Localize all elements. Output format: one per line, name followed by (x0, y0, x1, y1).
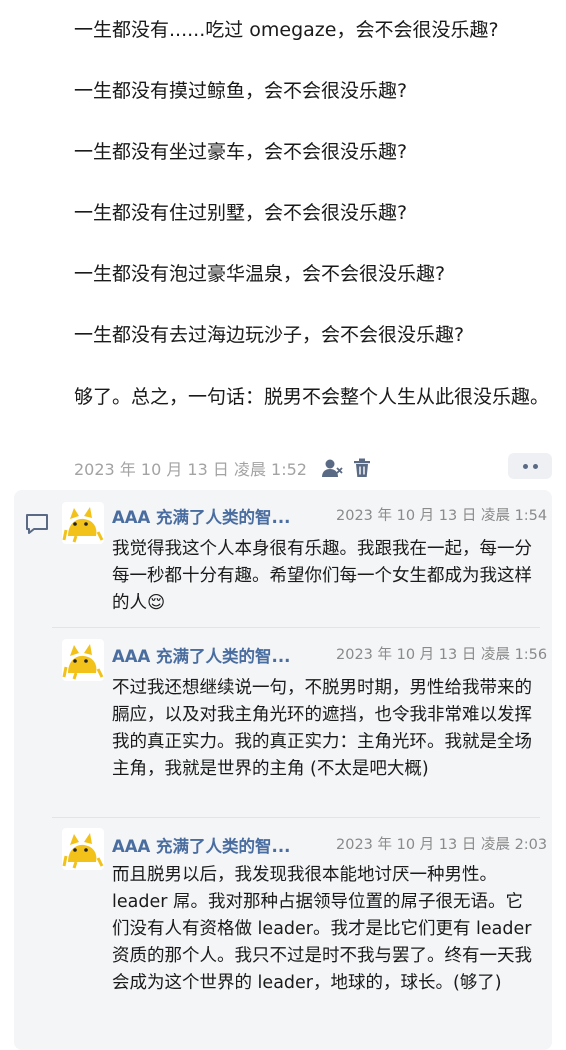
post-line: 一生都没有坐过豪车，会不会很没乐趣? (74, 141, 408, 163)
more-icon (522, 463, 528, 469)
post-line: 一生都没有摸过鲸鱼，会不会很没乐趣? (74, 80, 408, 102)
comment-divider (52, 627, 540, 628)
post-line: 一生都没有泡过豪华温泉，会不会很没乐趣? (74, 263, 446, 285)
avatar[interactable] (62, 502, 104, 544)
commenter-name[interactable]: AAA 充满了人类的智... (112, 504, 290, 528)
comment-text: 而且脱男以后，我发现我很本能地讨厌一种男性。leader 屌。我对那种占据领导位… (112, 865, 532, 993)
post-line: 一生都没有去过海边玩沙子，会不会很没乐趣? (74, 324, 465, 346)
commenter-name[interactable]: AAA 充满了人类的智... (112, 643, 290, 667)
post-timestamp: 2023 年 10 月 13 日 凌晨 1:52 (74, 460, 307, 479)
more-button[interactable] (508, 453, 552, 479)
avatar[interactable] (62, 639, 104, 681)
comment-text: 我觉得我这个人本身很有乐趣。我跟我在一起，每一分每一秒都十分有趣。希望你们每一个… (112, 539, 532, 613)
cat-avatar (62, 507, 104, 543)
post-line: 一生都没有住过别墅，会不会很没乐趣? (74, 202, 408, 224)
commenter-name[interactable]: AAA 充满了人类的智... (112, 833, 290, 857)
comment-timestamp: 2023 年 10 月 13 日 凌晨 1:56 (336, 647, 548, 663)
post-line: 一生都没有......吃过 omegaze，会不会很没乐趣? (74, 19, 499, 41)
comment-divider (52, 817, 540, 818)
person-icon[interactable] (321, 458, 343, 478)
comment-timestamp: 2023 年 10 月 13 日 凌晨 2:03 (336, 837, 548, 853)
trash-icon[interactable] (353, 458, 371, 478)
avatar[interactable] (62, 828, 104, 870)
comment-text: 不过我还想继续说一句，不脱男时期，男性给我带来的膈应，以及对我主角光环的遮挡，也… (112, 678, 532, 779)
cat-avatar (62, 644, 104, 680)
post-meta: 2023 年 10 月 13 日 凌晨 1:52 (74, 457, 371, 479)
cat-avatar (62, 833, 104, 869)
comment-icon[interactable] (24, 512, 50, 540)
post-final-paragraph: 够了。总之，一句话：脱男不会整个人生从此很没乐趣。 (74, 386, 550, 408)
post-content: 一生都没有......吃过 omegaze，会不会很没乐趣? 一生都没有摸过鲸鱼… (74, 16, 560, 382)
comment-timestamp: 2023 年 10 月 13 日 凌晨 1:54 (336, 508, 548, 524)
